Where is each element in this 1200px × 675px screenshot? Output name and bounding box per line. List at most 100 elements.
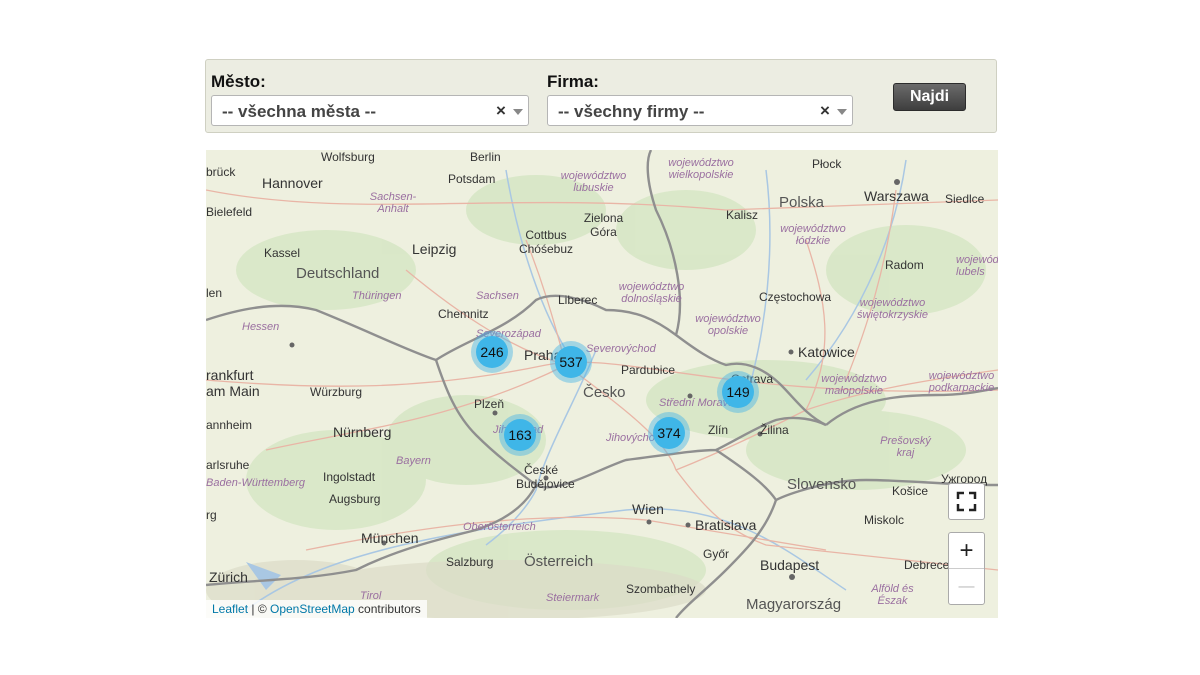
map-label: Bratislava <box>695 517 757 533</box>
fullscreen-button[interactable] <box>948 483 985 520</box>
map-label: województwo lubuskie <box>560 170 627 194</box>
map-label: Deutschland <box>296 265 380 282</box>
map-label: Žilina <box>760 423 789 437</box>
marker-cluster[interactable]: 246 <box>471 331 513 373</box>
search-button[interactable]: Najdi <box>893 83 966 111</box>
map-label: Siedlce <box>945 192 985 206</box>
map-label: Płock <box>812 157 842 171</box>
map-label: województwo wielkopolskie <box>668 157 734 181</box>
map-label: Zlín <box>708 423 729 437</box>
map-attribution: Leaflet | © OpenStreetMap contributors <box>206 600 427 618</box>
map-label: Miskolc <box>864 513 905 527</box>
map-label: Česko <box>583 384 626 401</box>
map-label: Košice <box>892 484 929 498</box>
map-label: Debrece <box>904 558 950 572</box>
company-select[interactable]: -- všechny firmy -- × <box>547 95 853 126</box>
map-label: Zürich <box>209 569 248 585</box>
map-label: Chemnitz <box>438 307 489 321</box>
company-chevron-down-icon[interactable] <box>837 109 847 115</box>
map-label: województwo świętokrzyskie <box>857 297 928 321</box>
map-label: Ingolstadt <box>323 470 376 484</box>
map-label: Polska <box>779 194 825 211</box>
leaflet-link[interactable]: Leaflet <box>212 602 248 616</box>
openstreetmap-link[interactable]: OpenStreetMap <box>270 602 355 616</box>
map-label: Cottbus Chóśebuz <box>518 228 574 256</box>
map-label: Budapest <box>760 557 820 573</box>
map-label: Hessen <box>242 321 280 333</box>
map-label: Würzburg <box>310 385 363 399</box>
map-label: Plzeň <box>474 397 505 411</box>
map-label: Oberösterreich <box>463 521 536 533</box>
map-label: Szombathely <box>626 582 696 596</box>
map-label: Augsburg <box>329 492 381 506</box>
map-label: Katowice <box>798 344 855 360</box>
map-label: Zielona Góra <box>583 211 624 239</box>
cluster-count: 246 <box>476 336 508 368</box>
map-label: Sachsen <box>476 290 519 302</box>
city-select-value: -- všechna města -- <box>222 102 376 121</box>
map-label: Alföld és Észak <box>871 583 914 607</box>
zoom-control: + — <box>948 532 985 605</box>
marker-cluster[interactable]: 537 <box>550 341 592 383</box>
map-label: województwo dolnośląskie <box>618 281 685 305</box>
map-label: arlsruhe <box>206 458 250 472</box>
map-label: Sachsen-Anhalt <box>369 191 417 215</box>
map-label: województwo podkarpackie <box>928 370 995 394</box>
map-label: Radom <box>885 258 924 272</box>
city-clear-icon[interactable]: × <box>496 101 506 121</box>
map-label: Leipzig <box>412 241 457 257</box>
map-label: Częstochowa <box>759 290 832 304</box>
map-label: Liberec <box>558 293 598 307</box>
zoom-in-button[interactable]: + <box>949 533 984 568</box>
map-label: Győr <box>703 547 730 561</box>
attribution-separator: | © <box>248 602 270 616</box>
map-label: Severovýchod <box>586 343 656 355</box>
map-label: Warszawa <box>864 188 929 204</box>
map-label: województwo małopolskie <box>821 373 887 397</box>
zoom-out-button[interactable]: — <box>949 569 984 604</box>
marker-cluster[interactable]: 163 <box>499 414 541 456</box>
map-label: Wolfsburg <box>321 150 375 164</box>
map-label: Pardubice <box>621 363 676 377</box>
map-label: rankfurt am Main <box>206 367 260 399</box>
marker-cluster[interactable]: 149 <box>717 371 759 413</box>
company-clear-icon[interactable]: × <box>820 101 830 121</box>
map-label: Baden-Württemberg <box>206 477 306 489</box>
map-label: Prešovský kraj <box>880 435 931 459</box>
map-label: wojewódz lubels <box>956 254 998 278</box>
cluster-count: 149 <box>722 376 754 408</box>
map-label: województwo opolskie <box>695 313 761 337</box>
map-label: Hannover <box>262 175 323 191</box>
map-label: České Budějovice <box>516 463 575 491</box>
map-label: Bayern <box>396 455 431 467</box>
map-label: województwo łódzkie <box>780 223 846 247</box>
map-label: Berlin <box>470 150 501 164</box>
map-label: Magyarország <box>746 596 842 613</box>
city-chevron-down-icon[interactable] <box>513 109 523 115</box>
fullscreen-icon <box>956 491 977 512</box>
cluster-count: 374 <box>653 417 685 449</box>
city-select[interactable]: -- všechna města -- × <box>211 95 529 126</box>
attribution-contributors: contributors <box>354 602 421 616</box>
company-label: Firma: <box>547 72 599 91</box>
cluster-count: 163 <box>504 419 536 451</box>
map-label: Kalisz <box>726 208 759 222</box>
map-label: Thüringen <box>352 290 402 302</box>
map-label: annheim <box>206 418 253 432</box>
map-label: Österreich <box>524 553 594 570</box>
city-label: Město: <box>211 72 266 91</box>
map-label: Wien <box>632 501 664 517</box>
map-label: Slovensko <box>787 476 857 493</box>
marker-cluster[interactable]: 374 <box>648 412 690 454</box>
map-label: Nürnberg <box>333 424 392 440</box>
company-select-value: -- všechny firmy -- <box>558 102 705 121</box>
map-label: brück <box>206 165 236 179</box>
map-label: Potsdam <box>448 172 496 186</box>
map-label: len <box>206 286 223 300</box>
filter-panel: Město: -- všechna města -- × Firma: -- v… <box>205 59 997 133</box>
map-label: München <box>361 530 419 546</box>
map-label: rg <box>206 508 217 522</box>
map-label: Kassel <box>264 246 301 260</box>
map-label: Bielefeld <box>206 205 253 219</box>
map[interactable]: Wolfsburg Berlin Płock brück Hannover Po… <box>206 150 998 618</box>
